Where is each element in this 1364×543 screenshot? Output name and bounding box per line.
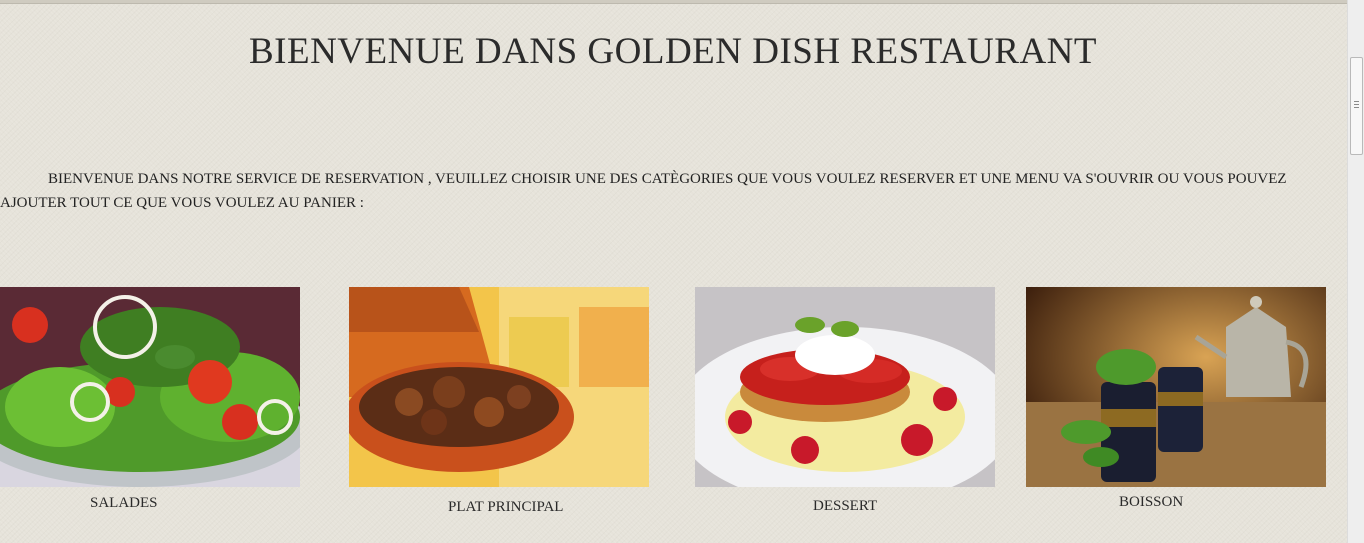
tea-image[interactable]	[1026, 287, 1326, 487]
page-title: BIENVENUE DANS GOLDEN DISH RESTAURANT	[248, 31, 1097, 72]
category-boisson[interactable]: BOISSON	[1026, 287, 1326, 510]
category-salades[interactable]: SALADES	[0, 287, 300, 511]
salad-image[interactable]	[0, 287, 300, 487]
category-label-plat-principal[interactable]: PLAT PRINCIPAL	[448, 499, 563, 516]
category-plat-principal[interactable]: PLAT PRINCIPAL	[349, 287, 649, 515]
vertical-scrollbar[interactable]	[1347, 0, 1364, 543]
scrollbar-thumb[interactable]	[1350, 57, 1363, 155]
dessert-image[interactable]	[695, 287, 995, 487]
category-dessert[interactable]: DESSERT	[695, 287, 995, 514]
tajine-image[interactable]	[349, 287, 649, 487]
category-label-boisson[interactable]: BOISSON	[1119, 494, 1183, 511]
top-border	[0, 0, 1348, 4]
intro-text: BIENVENUE DANS NOTRE SERVICE DE RESERVAT…	[0, 171, 1287, 211]
category-label-dessert[interactable]: DESSERT	[813, 498, 877, 515]
grip-icon	[1354, 101, 1359, 110]
category-label-salades[interactable]: SALADES	[90, 495, 158, 512]
